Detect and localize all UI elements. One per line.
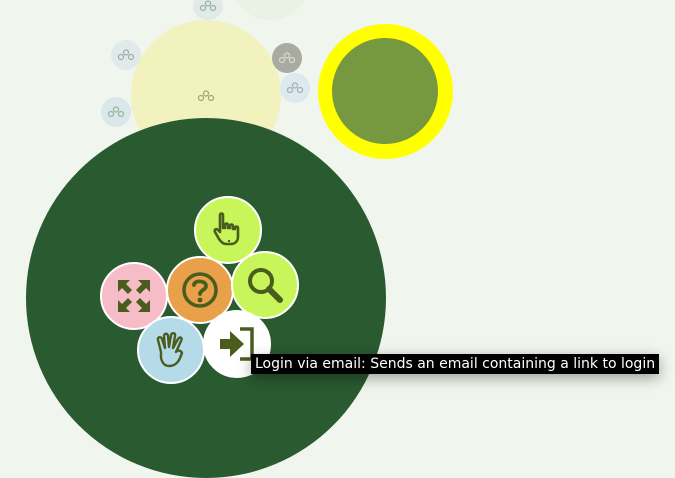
hello-button[interactable]: [137, 316, 205, 384]
search-icon: [248, 268, 283, 303]
hand-pointer-icon: [213, 212, 240, 246]
small-node-right[interactable]: [280, 73, 310, 103]
small-node-left-top[interactable]: [111, 40, 141, 70]
question-circle-icon: [182, 272, 218, 308]
pale-node-molecule-icon: [195, 86, 217, 106]
small-node-gray[interactable]: [272, 43, 302, 73]
arrows-expand-icon: [118, 280, 150, 312]
olive-circle-icon: [332, 38, 438, 144]
hand-wave-icon: [156, 332, 184, 368]
search-button[interactable]: [231, 251, 299, 319]
login-tooltip: Login via email: Sends an email containi…: [251, 354, 660, 374]
small-node-left-bottom[interactable]: [101, 97, 131, 127]
